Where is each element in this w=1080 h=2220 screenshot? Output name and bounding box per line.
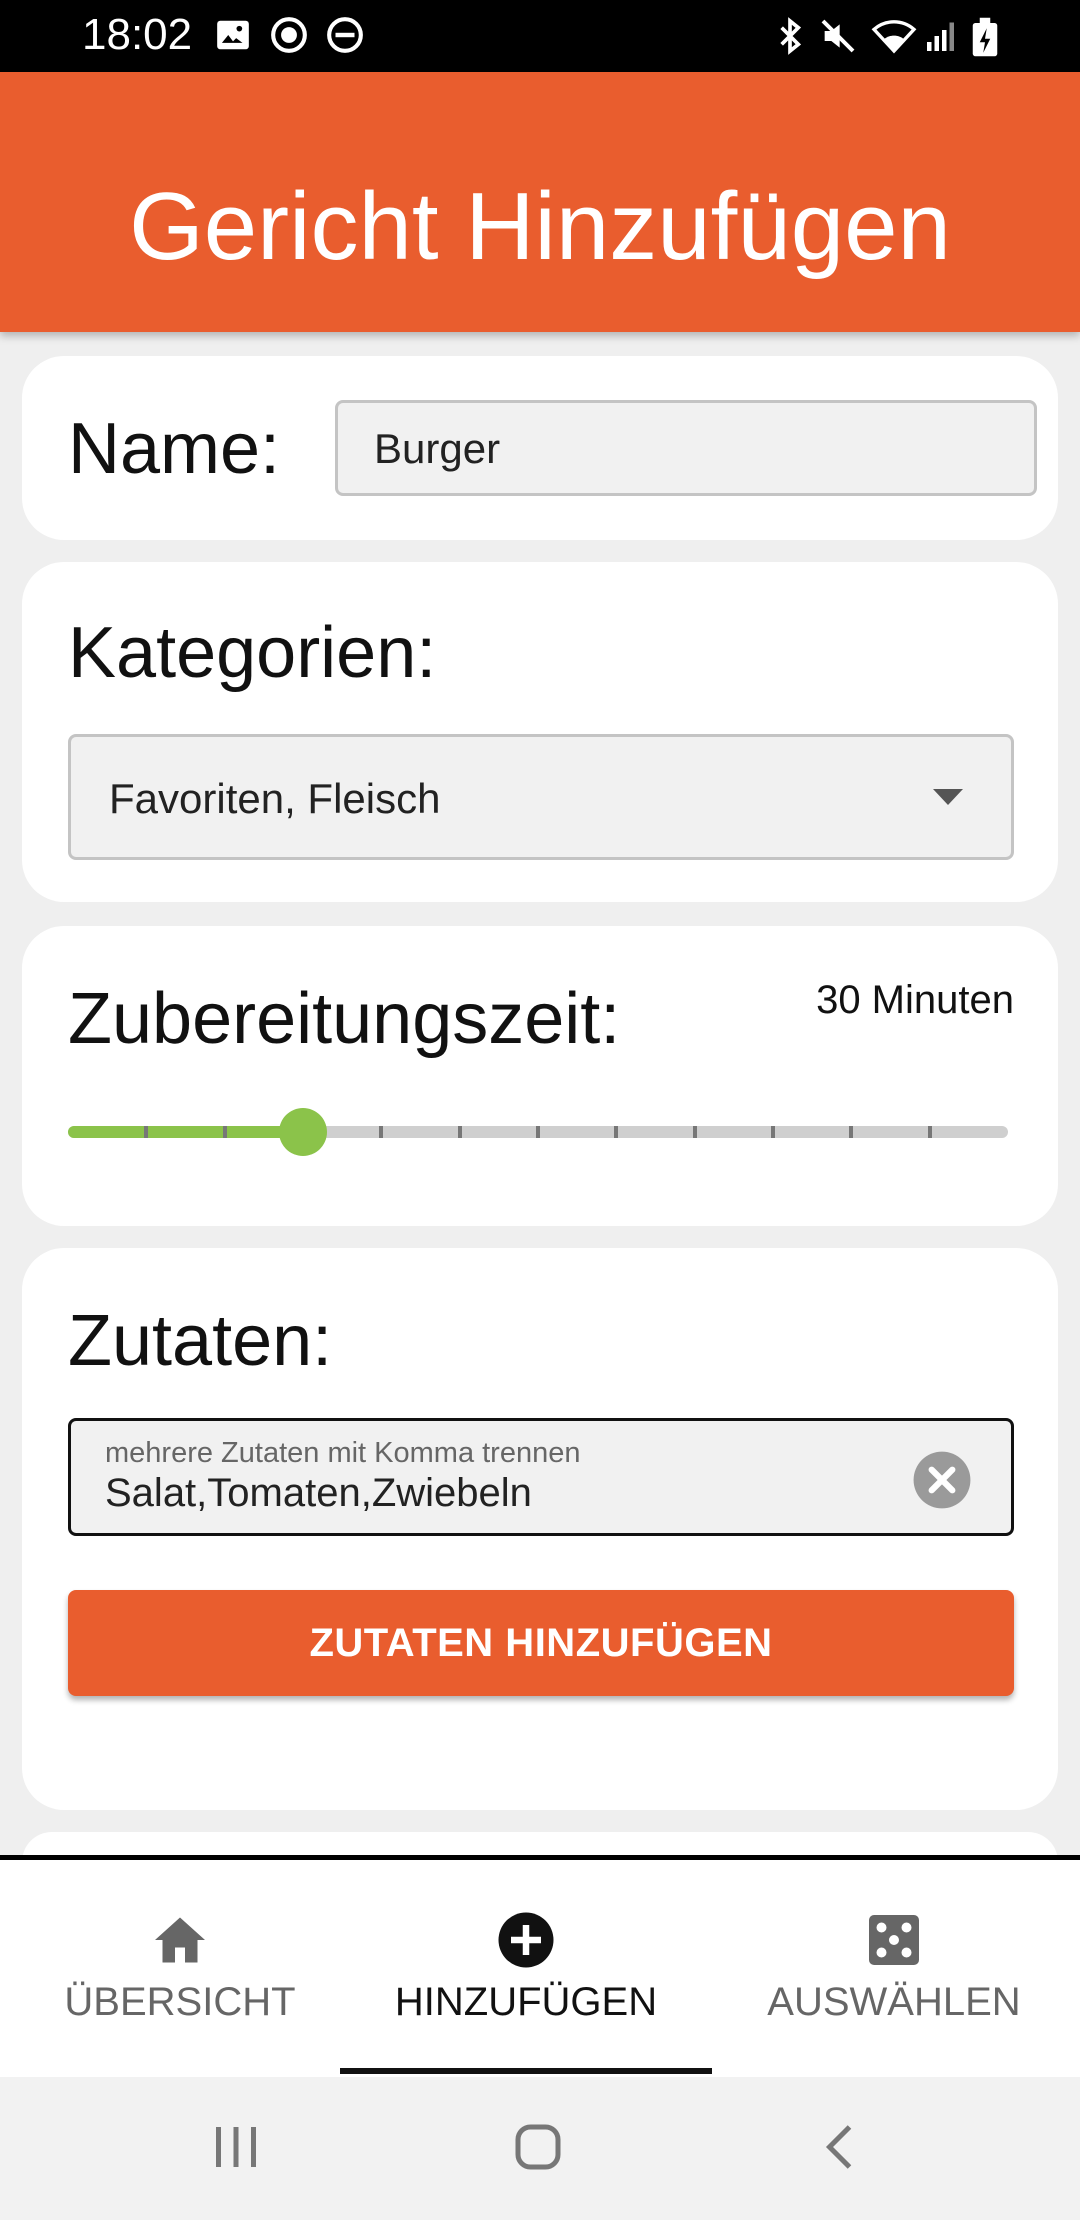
slider-tick (771, 1126, 775, 1138)
bottom-nav: ÜBERSICHT HINZUFÜGEN AUSWÄHLEN (0, 1855, 1080, 2077)
app-bar: Gericht Hinzufügen (0, 72, 1080, 332)
nav-item-add[interactable]: HINZUFÜGEN (346, 1860, 706, 2077)
active-tab-indicator (340, 2068, 712, 2074)
bluetooth-icon (780, 17, 802, 55)
dropdown-arrow-icon (933, 789, 963, 805)
slider-tick (692, 1126, 697, 1138)
image-icon (217, 20, 249, 50)
add-circle-icon (498, 1912, 554, 1968)
recent-apps-icon[interactable] (206, 2117, 266, 2177)
status-bar: 18:02 (0, 0, 1080, 72)
categories-label: Kategorien: (68, 613, 437, 693)
slider-tick (222, 1126, 227, 1138)
slider-thumb[interactable] (279, 1108, 327, 1156)
slider-tick (927, 1126, 932, 1138)
home-icon (155, 1917, 205, 1963)
ingredients-input[interactable]: mehrere Zutaten mit Komma trennen Salat,… (68, 1418, 1014, 1536)
wifi-icon (871, 20, 917, 54)
categories-dropdown[interactable]: Favoriten, Fleisch (68, 734, 1014, 860)
mute-icon (821, 19, 855, 53)
ingredients-label: Zutaten: (68, 1301, 333, 1381)
ingredients-card: Zutaten: mehrere Zutaten mit Komma trenn… (22, 1248, 1058, 1810)
signal-icon (927, 22, 954, 51)
ingredients-hint: mehrere Zutaten mit Komma trennen (105, 1437, 581, 1469)
slider-tick (536, 1126, 540, 1138)
name-card: Name: Burger (22, 356, 1058, 540)
nav-label-select: AUSWÄHLEN (767, 1980, 1021, 2024)
dice-icon (869, 1915, 919, 1965)
slider-tick (144, 1126, 149, 1138)
play-circle-icon (271, 17, 307, 53)
categories-card: Kategorien: Favoriten, Fleisch (22, 562, 1058, 902)
name-input[interactable]: Burger (335, 400, 1037, 496)
nav-item-overview[interactable]: ÜBERSICHT (0, 1860, 360, 2077)
name-label: Name: (68, 409, 281, 489)
clear-icon[interactable] (911, 1449, 973, 1511)
slider-tick (379, 1126, 384, 1138)
nav-label-overview: ÜBERSICHT (64, 1980, 296, 2024)
back-icon[interactable] (812, 2117, 872, 2177)
status-time: 18:02 (82, 10, 193, 59)
time-value: 30 Minuten (816, 978, 1014, 1022)
time-label: Zubereitungszeit: (68, 979, 621, 1059)
do-not-disturb-icon (327, 17, 363, 53)
time-card: Zubereitungszeit: 30 Minuten (22, 926, 1058, 1226)
home-button-icon[interactable] (508, 2117, 568, 2177)
slider-tick (457, 1126, 462, 1138)
slider-tick (849, 1126, 854, 1138)
name-input-value: Burger (374, 425, 501, 472)
nav-label-add: HINZUFÜGEN (394, 1980, 658, 2024)
categories-selected: Favoriten, Fleisch (109, 775, 441, 822)
add-ingredients-button[interactable]: ZUTATEN HINZUFÜGEN (68, 1590, 1014, 1696)
page-title: Gericht Hinzufügen (129, 173, 951, 280)
ingredients-input-value: Salat,Tomaten,Zwiebeln (105, 1471, 532, 1515)
slider-tick (614, 1126, 619, 1138)
battery-charging-icon (972, 17, 998, 57)
slider-fill (68, 1126, 303, 1138)
nav-item-select[interactable]: AUSWÄHLEN (714, 1860, 1074, 2077)
system-nav-bar (0, 2077, 1080, 2220)
